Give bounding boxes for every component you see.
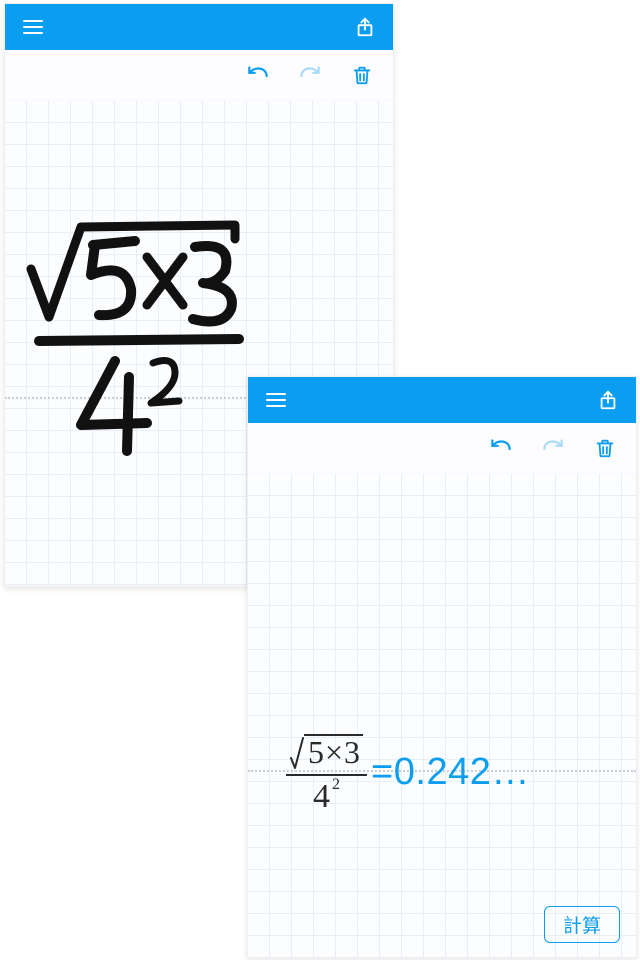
sqrt-icon — [290, 736, 304, 770]
share-icon[interactable] — [351, 13, 379, 41]
equals-sign: = — [371, 751, 394, 793]
trash-icon[interactable] — [590, 433, 620, 463]
radicand-a: 5 — [308, 734, 324, 770]
denominator-base: 4 — [313, 778, 330, 815]
screenshot-result: 5×3 42 =0.242… 計算 — [247, 376, 637, 958]
drawing-canvas[interactable]: 5×3 42 =0.242… 計算 — [248, 474, 636, 957]
handwritten-expression — [25, 201, 265, 431]
radicand-b: 3 — [344, 734, 360, 770]
undo-icon[interactable] — [486, 433, 516, 463]
redo-icon[interactable] — [538, 433, 568, 463]
undo-icon[interactable] — [243, 60, 273, 90]
title-bar — [248, 377, 636, 423]
menu-icon[interactable] — [262, 386, 290, 414]
edit-toolbar — [248, 423, 636, 474]
menu-icon[interactable] — [19, 13, 47, 41]
redo-icon[interactable] — [295, 60, 325, 90]
radicand-op: × — [324, 734, 344, 770]
share-icon[interactable] — [594, 386, 622, 414]
recognized-expression: 5×3 42 =0.242… — [286, 732, 530, 814]
result-value: 0.242… — [394, 751, 530, 793]
calculate-button[interactable]: 計算 — [544, 906, 620, 943]
denominator-exponent: 2 — [332, 776, 340, 793]
trash-icon[interactable] — [347, 60, 377, 90]
title-bar — [5, 4, 393, 50]
edit-toolbar — [5, 50, 393, 101]
